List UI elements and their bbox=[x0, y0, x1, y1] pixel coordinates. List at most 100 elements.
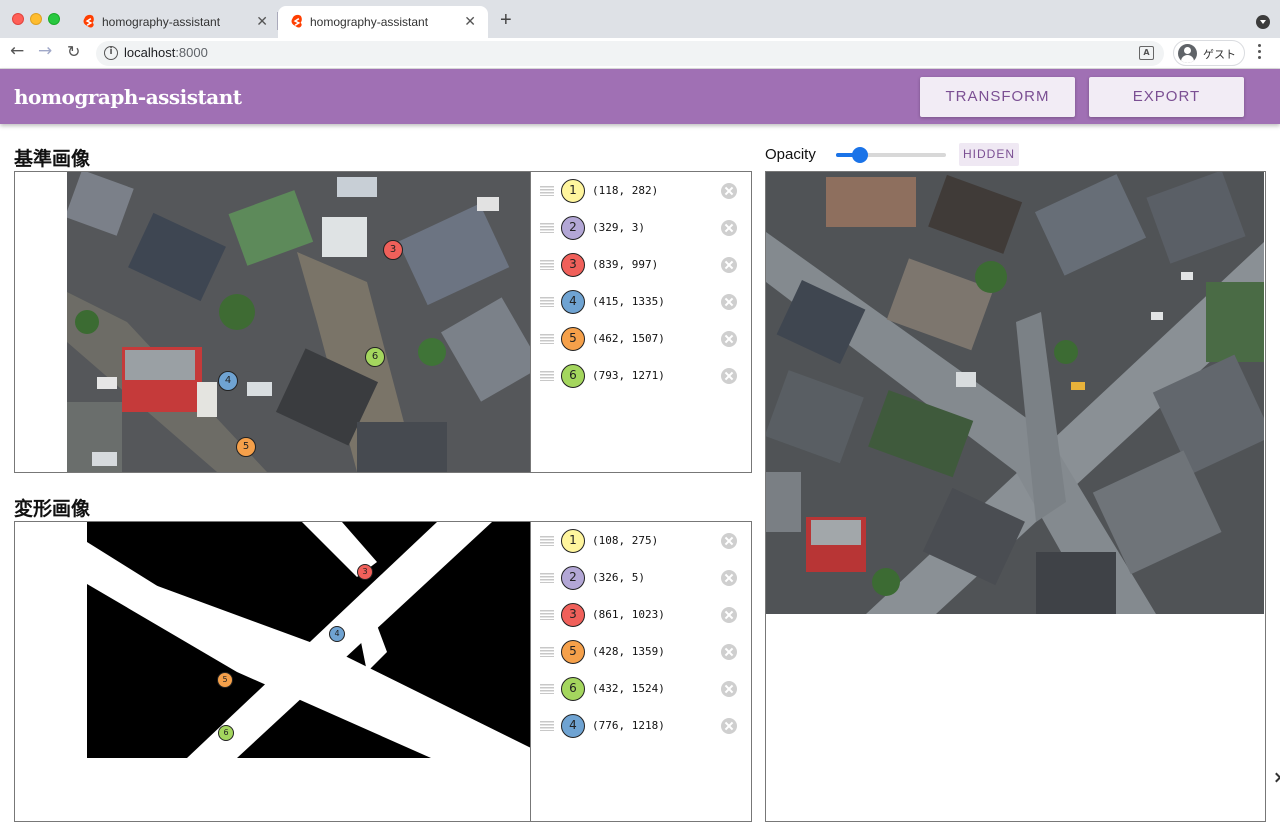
drag-handle-icon[interactable] bbox=[540, 223, 554, 233]
drag-handle-icon[interactable] bbox=[540, 610, 554, 620]
tab-search-icon[interactable] bbox=[1256, 15, 1270, 29]
tab-close-icon[interactable]: ✕ bbox=[256, 13, 268, 30]
profile-button[interactable]: ゲスト bbox=[1173, 40, 1245, 66]
back-arrow-icon[interactable]: ← bbox=[10, 41, 24, 61]
address-bar[interactable]: i localhost:8000 A bbox=[96, 41, 1164, 66]
new-tab-icon[interactable]: + bbox=[500, 9, 512, 32]
reference-aerial-image bbox=[67, 172, 530, 472]
opacity-slider[interactable] bbox=[836, 147, 946, 163]
reload-icon[interactable]: ↻ bbox=[67, 42, 80, 61]
list-item[interactable]: 6 (432, 1524) bbox=[533, 671, 751, 707]
overlay-panel bbox=[765, 171, 1266, 822]
transformed-image-area[interactable]: 3 4 5 6 bbox=[15, 522, 531, 821]
tab-title: homography-assistant bbox=[102, 15, 221, 29]
kebab-menu-icon[interactable] bbox=[1258, 44, 1262, 62]
resize-handle-icon[interactable] bbox=[1271, 772, 1280, 783]
tab-close-icon[interactable]: ✕ bbox=[464, 13, 476, 30]
list-item[interactable]: 5 (428, 1359) bbox=[533, 634, 751, 670]
transformed-marker-4[interactable]: 4 bbox=[329, 626, 345, 642]
svelte-favicon-icon bbox=[291, 14, 302, 28]
svelte-favicon-icon bbox=[83, 14, 94, 28]
point-coords: (326, 5) bbox=[592, 571, 645, 584]
point-coords: (432, 1524) bbox=[592, 682, 665, 695]
remove-point-icon[interactable] bbox=[721, 644, 737, 660]
list-item[interactable]: 2 (329, 3) bbox=[533, 210, 751, 246]
road-mask-image bbox=[87, 522, 530, 758]
browser-tab-2[interactable]: homography-assistant ✕ bbox=[278, 6, 488, 38]
url-text: localhost:8000 bbox=[124, 45, 208, 60]
point-badge: 2 bbox=[561, 216, 585, 240]
transformed-marker-6[interactable]: 6 bbox=[218, 725, 234, 741]
window-zoom-button[interactable] bbox=[48, 13, 60, 25]
list-item[interactable]: 6 (793, 1271) bbox=[533, 358, 751, 394]
point-coords: (415, 1335) bbox=[592, 295, 665, 308]
hidden-toggle-button[interactable]: HIDDEN bbox=[959, 143, 1019, 166]
browser-tab-strip: homography-assistant ✕ homography-assist… bbox=[0, 0, 1280, 38]
reference-marker-4[interactable]: 4 bbox=[218, 371, 238, 391]
remove-point-icon[interactable] bbox=[721, 681, 737, 697]
reference-marker-6[interactable]: 6 bbox=[365, 347, 385, 367]
drag-handle-icon[interactable] bbox=[540, 721, 554, 731]
remove-point-icon[interactable] bbox=[721, 570, 737, 586]
point-badge: 3 bbox=[561, 253, 585, 277]
reference-image-area[interactable]: 3 6 4 5 bbox=[15, 172, 531, 472]
profile-icon bbox=[1178, 44, 1197, 63]
drag-handle-icon[interactable] bbox=[540, 684, 554, 694]
point-coords: (329, 3) bbox=[592, 221, 645, 234]
list-item[interactable]: 3 (839, 997) bbox=[533, 247, 751, 283]
drag-handle-icon[interactable] bbox=[540, 536, 554, 546]
list-item[interactable]: 3 (861, 1023) bbox=[533, 597, 751, 633]
drag-handle-icon[interactable] bbox=[540, 334, 554, 344]
drag-handle-icon[interactable] bbox=[540, 573, 554, 583]
browser-tab-1[interactable]: homography-assistant ✕ bbox=[70, 6, 280, 38]
remove-point-icon[interactable] bbox=[721, 331, 737, 347]
window-close-button[interactable] bbox=[12, 13, 24, 25]
translate-icon[interactable]: A bbox=[1139, 46, 1154, 60]
reference-marker-5[interactable]: 5 bbox=[236, 437, 256, 457]
remove-point-icon[interactable] bbox=[721, 294, 737, 310]
forward-arrow-icon[interactable]: → bbox=[38, 41, 52, 61]
drag-handle-icon[interactable] bbox=[540, 647, 554, 657]
remove-point-icon[interactable] bbox=[721, 257, 737, 273]
overlay-aerial-image[interactable] bbox=[766, 172, 1264, 614]
list-item[interactable]: 4 (776, 1218) bbox=[533, 708, 751, 744]
list-item[interactable]: 4 (415, 1335) bbox=[533, 284, 751, 320]
remove-point-icon[interactable] bbox=[721, 183, 737, 199]
profile-name: ゲスト bbox=[1203, 48, 1236, 61]
app-header: homograph-assistant TRANSFORM EXPORT bbox=[0, 69, 1280, 124]
point-coords: (428, 1359) bbox=[592, 645, 665, 658]
remove-point-icon[interactable] bbox=[721, 368, 737, 384]
url-port: :8000 bbox=[175, 45, 208, 60]
drag-handle-icon[interactable] bbox=[540, 371, 554, 381]
info-icon[interactable]: i bbox=[104, 46, 118, 60]
transformed-section-title: 変形画像 bbox=[14, 498, 91, 520]
remove-point-icon[interactable] bbox=[721, 533, 737, 549]
point-badge: 3 bbox=[561, 603, 585, 627]
transformed-marker-5[interactable]: 5 bbox=[217, 672, 233, 688]
transform-button[interactable]: TRANSFORM bbox=[920, 77, 1075, 117]
reference-panel: 3 6 4 5 1 (118, 282) 2 (329, 3) 3 (839, … bbox=[14, 171, 752, 473]
drag-handle-icon[interactable] bbox=[540, 297, 554, 307]
remove-point-icon[interactable] bbox=[721, 718, 737, 734]
list-item[interactable]: 2 (326, 5) bbox=[533, 560, 751, 596]
transformed-marker-3[interactable]: 3 bbox=[357, 564, 373, 580]
remove-point-icon[interactable] bbox=[721, 220, 737, 236]
list-item[interactable]: 5 (462, 1507) bbox=[533, 321, 751, 357]
point-coords: (839, 997) bbox=[592, 258, 659, 271]
slider-thumb[interactable] bbox=[852, 147, 869, 163]
point-coords: (118, 282) bbox=[592, 184, 659, 197]
app-title: homograph-assistant bbox=[14, 85, 242, 109]
point-badge: 5 bbox=[561, 327, 585, 351]
drag-handle-icon[interactable] bbox=[540, 186, 554, 196]
reference-section-title: 基準画像 bbox=[14, 148, 91, 170]
export-button[interactable]: EXPORT bbox=[1089, 77, 1244, 117]
point-coords: (108, 275) bbox=[592, 534, 659, 547]
drag-handle-icon[interactable] bbox=[540, 260, 554, 270]
window-minimize-button[interactable] bbox=[30, 13, 42, 25]
remove-point-icon[interactable] bbox=[721, 607, 737, 623]
reference-marker-3[interactable]: 3 bbox=[383, 240, 403, 260]
point-coords: (462, 1507) bbox=[592, 332, 665, 345]
point-badge: 4 bbox=[561, 290, 585, 314]
list-item[interactable]: 1 (118, 282) bbox=[533, 173, 751, 209]
list-item[interactable]: 1 (108, 275) bbox=[533, 523, 751, 559]
